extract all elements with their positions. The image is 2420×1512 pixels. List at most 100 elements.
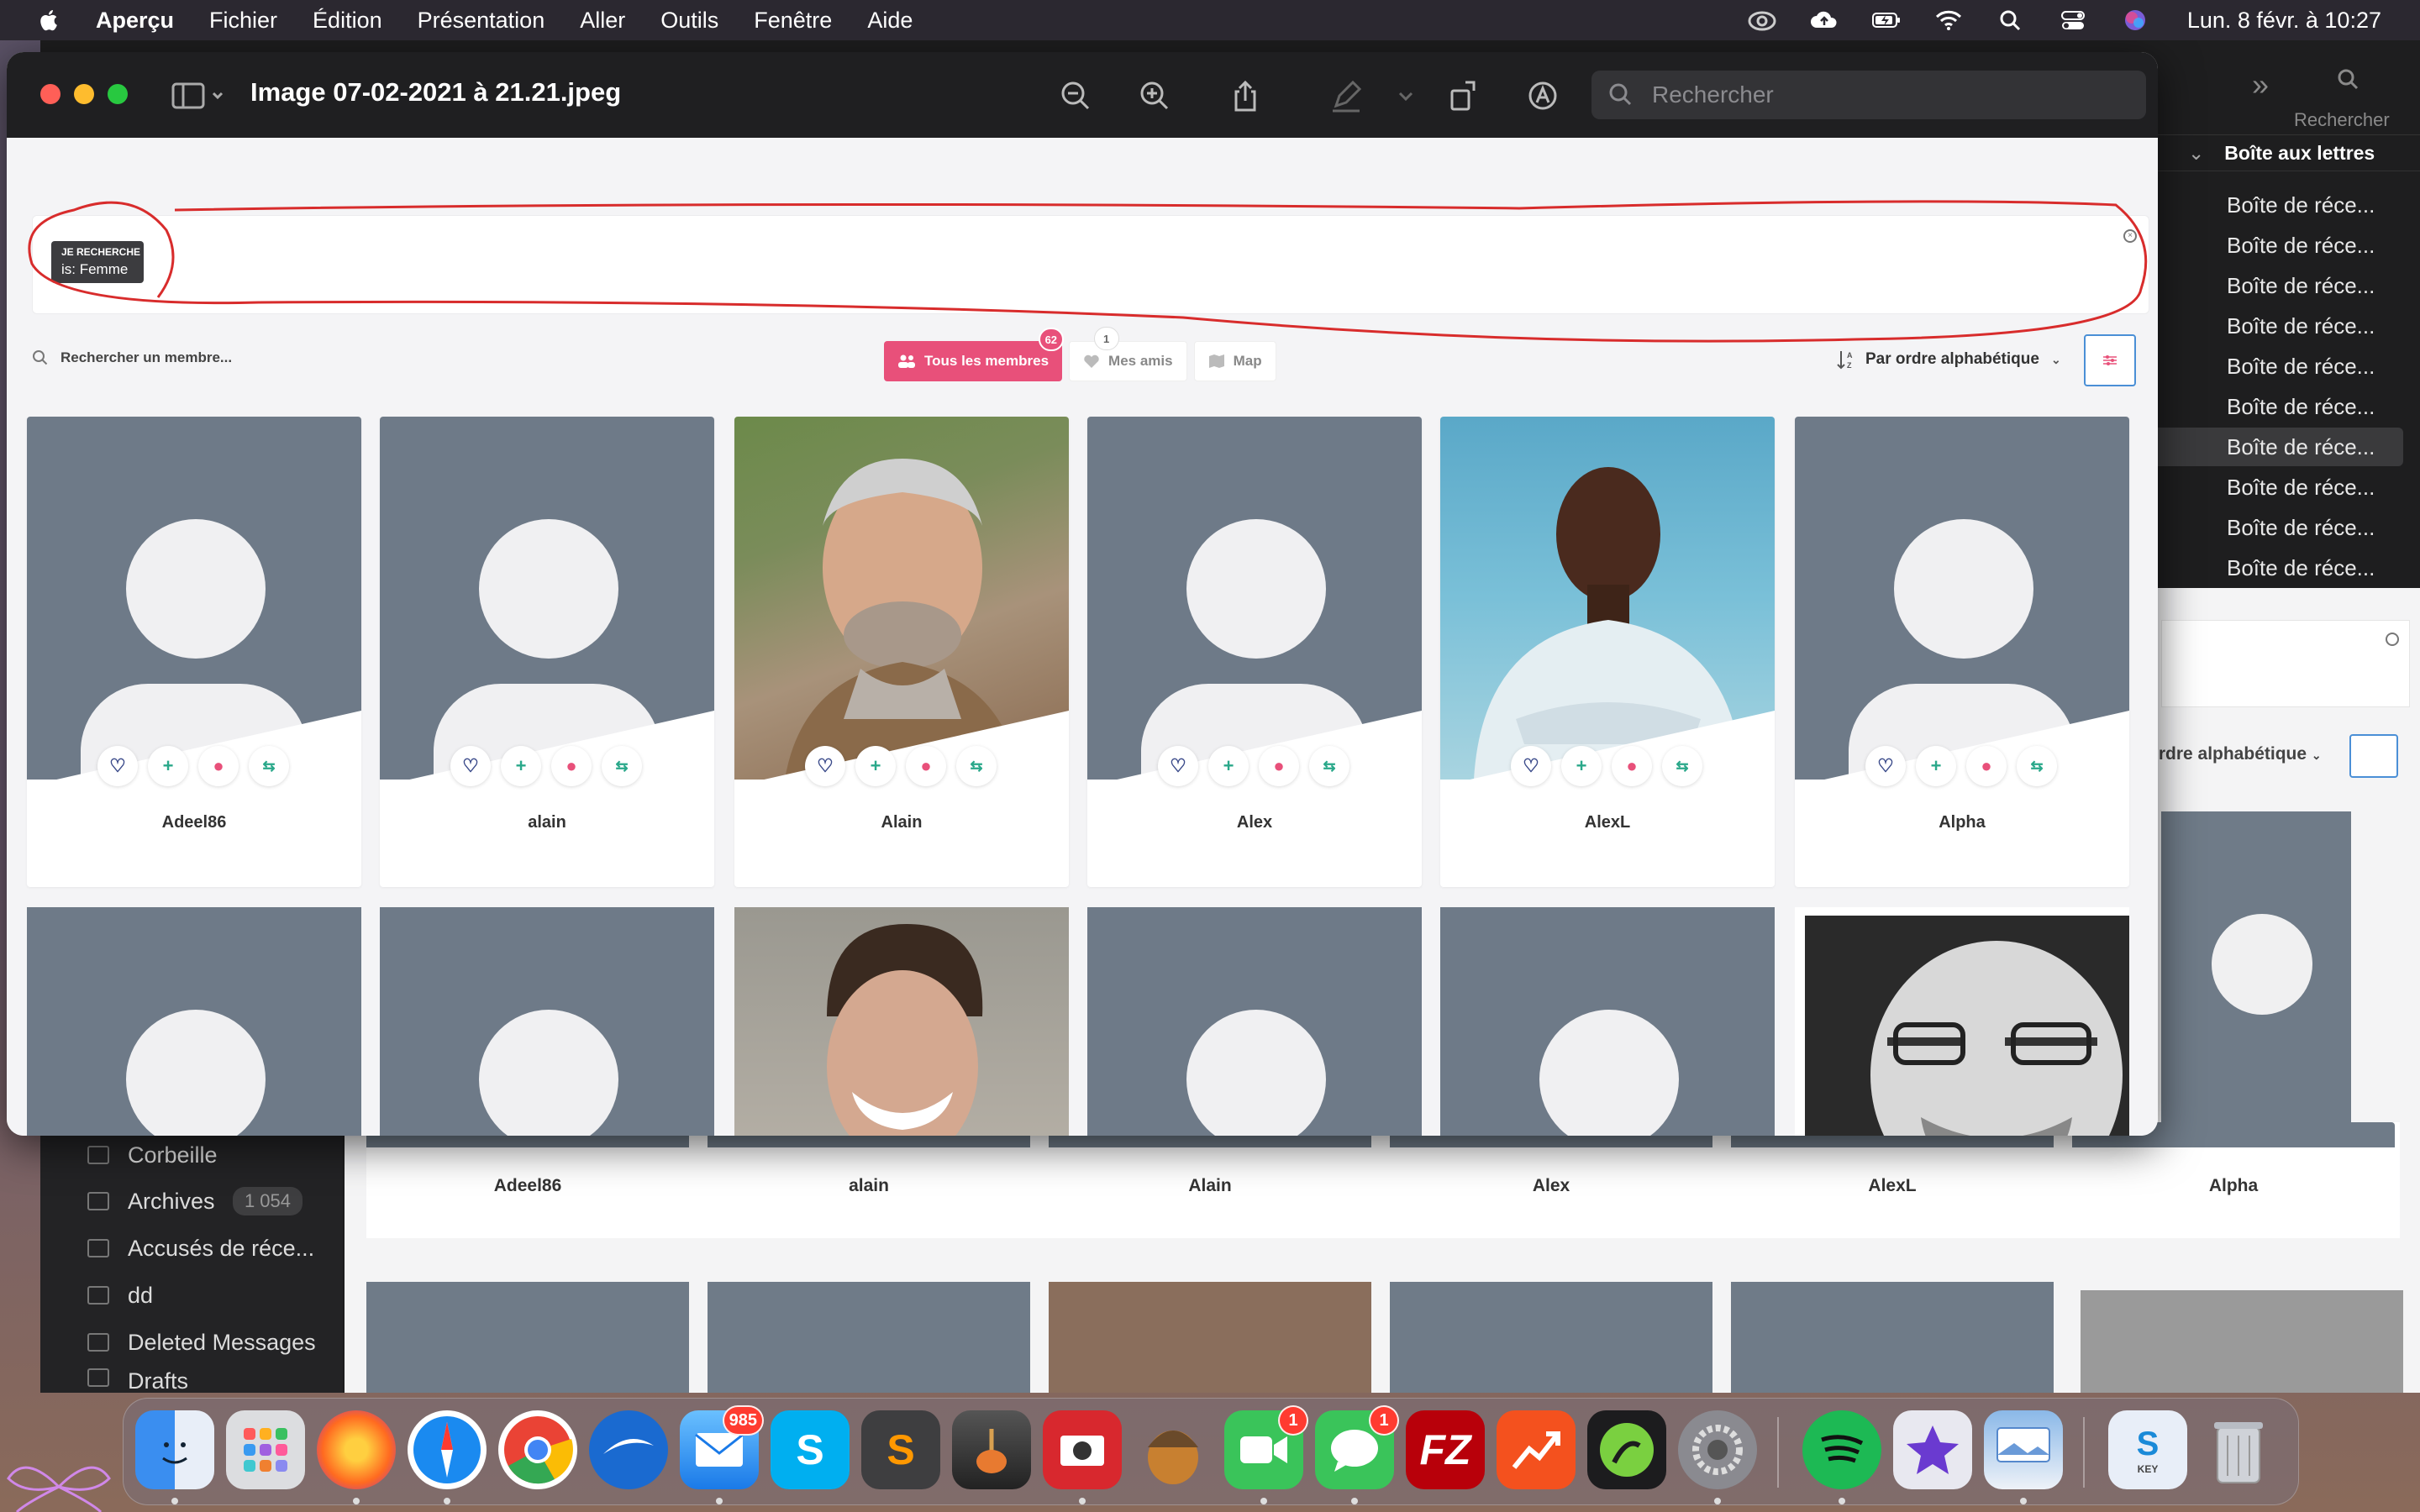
- search-icon[interactable]: [2336, 67, 2361, 92]
- heart-icon[interactable]: ♡: [1511, 746, 1551, 786]
- chevron-down-icon[interactable]: [1393, 79, 1418, 113]
- messages-icon[interactable]: 1: [1315, 1405, 1399, 1489]
- member-card[interactable]: ♡ + ● ⇆ AlexL: [1440, 417, 1775, 887]
- member-photo-placeholder[interactable]: [1440, 907, 1775, 1136]
- filter-settings-button[interactable]: [2084, 334, 2136, 386]
- rotate-icon[interactable]: [1447, 79, 1481, 113]
- sidebar-item-archives[interactable]: Archives 1 054: [50, 1180, 328, 1222]
- share-icon[interactable]: [1228, 79, 1262, 113]
- add-friend-icon[interactable]: +: [1561, 746, 1602, 786]
- menu-fichier[interactable]: Fichier: [209, 8, 277, 34]
- mailbox-item[interactable]: Boîte de réce...: [2151, 468, 2403, 507]
- tab-all-members[interactable]: Tous les membres 62: [884, 328, 1065, 381]
- heart-icon[interactable]: ♡: [805, 746, 845, 786]
- firefox-icon[interactable]: [317, 1410, 396, 1489]
- mail-sort-label[interactable]: ordre alphabétique ⌄: [2148, 744, 2322, 764]
- mail-filter-button[interactable]: [2349, 734, 2398, 778]
- finder-icon[interactable]: [135, 1410, 214, 1489]
- battery-icon[interactable]: [1871, 8, 1902, 33]
- menu-app-name[interactable]: Aperçu: [96, 8, 174, 34]
- sidebar-item-dd[interactable]: dd: [50, 1274, 328, 1316]
- wifi-icon[interactable]: [1933, 8, 1964, 33]
- zoom-out-icon[interactable]: [1059, 79, 1092, 113]
- tab-map[interactable]: Map: [1193, 341, 1276, 381]
- filter-tag[interactable]: JE RECHERCHE is: Femme: [51, 241, 144, 283]
- exchange-icon[interactable]: ⇆: [249, 746, 289, 786]
- skype-icon[interactable]: S: [771, 1410, 850, 1489]
- member-name[interactable]: Alpha: [1795, 813, 2129, 832]
- mailbox-item[interactable]: Boîte de réce...: [2151, 508, 2403, 547]
- keynote-document-icon[interactable]: S KEY: [2108, 1410, 2187, 1489]
- zoom-in-icon[interactable]: [1138, 79, 1171, 113]
- exchange-icon[interactable]: ⇆: [602, 746, 642, 786]
- exchange-icon[interactable]: ⇆: [2017, 746, 2057, 786]
- sublime-text-icon[interactable]: S: [861, 1410, 940, 1489]
- mailbox-item[interactable]: Boîte de réce...: [2151, 266, 2403, 305]
- member-name[interactable]: Adeel86: [27, 813, 361, 832]
- add-friend-icon[interactable]: +: [148, 746, 188, 786]
- mail-app-icon[interactable]: 985: [680, 1405, 764, 1489]
- chevron-down-icon[interactable]: ⌄: [2188, 142, 2204, 165]
- member-card[interactable]: ♡ + ● ⇆ alain: [380, 417, 714, 887]
- trash-icon[interactable]: [2199, 1410, 2278, 1489]
- siri-icon[interactable]: [2120, 8, 2150, 33]
- preview-app-icon[interactable]: [1984, 1410, 2063, 1489]
- member-search[interactable]: Rechercher un membre...: [32, 349, 232, 366]
- analytics-icon[interactable]: [1497, 1410, 1576, 1489]
- member-name[interactable]: AlexL: [1440, 813, 1775, 832]
- spotify-icon[interactable]: [1802, 1410, 1881, 1489]
- openoffice-icon[interactable]: [589, 1410, 668, 1489]
- add-friend-icon[interactable]: +: [1208, 746, 1249, 786]
- mailbox-item[interactable]: Boîte de réce...: [2151, 549, 2403, 587]
- close-window-button[interactable]: [40, 84, 60, 104]
- mailbox-item[interactable]: Boîte de réce...: [2151, 226, 2403, 265]
- member-photo-placeholder[interactable]: [1087, 907, 1422, 1136]
- mailbox-item[interactable]: Boîte de réce...: [2151, 347, 2403, 386]
- exchange-icon[interactable]: ⇆: [1309, 746, 1349, 786]
- tab-my-friends[interactable]: Mes amis 1: [1069, 327, 1187, 381]
- message-icon[interactable]: ●: [906, 746, 946, 786]
- exchange-icon[interactable]: ⇆: [956, 746, 997, 786]
- sidebar-item-deleted-messages[interactable]: Deleted Messages: [50, 1321, 328, 1363]
- garageband-icon[interactable]: [952, 1410, 1031, 1489]
- menu-fenetre[interactable]: Fenêtre: [754, 8, 832, 34]
- safari-icon[interactable]: [408, 1410, 487, 1489]
- sidebar-item-accuses[interactable]: Accusés de réce...: [50, 1227, 328, 1269]
- mailbox-item[interactable]: Boîte de réce...: [2151, 186, 2403, 224]
- message-icon[interactable]: ●: [551, 746, 592, 786]
- spotlight-search-icon[interactable]: [1996, 8, 2026, 33]
- zoom-window-button[interactable]: [108, 84, 128, 104]
- minimize-window-button[interactable]: [74, 84, 94, 104]
- member-name[interactable]: Alex: [1087, 813, 1422, 832]
- close-icon[interactable]: ×: [2123, 229, 2137, 243]
- heart-icon[interactable]: ♡: [450, 746, 491, 786]
- sidebar-item-drafts[interactable]: Drafts: [50, 1368, 328, 1393]
- message-icon[interactable]: ●: [198, 746, 239, 786]
- menu-aide[interactable]: Aide: [867, 8, 913, 34]
- heart-icon[interactable]: ♡: [1158, 746, 1198, 786]
- add-friend-icon[interactable]: +: [855, 746, 896, 786]
- system-preferences-icon[interactable]: [1678, 1410, 1757, 1489]
- menu-outils[interactable]: Outils: [660, 8, 718, 34]
- member-photo[interactable]: [734, 907, 1069, 1136]
- mailbox-item-selected[interactable]: Boîte de réce...: [2151, 428, 2403, 466]
- preview-search-field[interactable]: Rechercher: [1591, 71, 2146, 119]
- sidebar-toggle-icon[interactable]: [171, 79, 230, 113]
- markup-pen-icon[interactable]: [1329, 79, 1363, 113]
- member-card[interactable]: ♡ + ● ⇆ Alex: [1087, 417, 1422, 887]
- member-card[interactable]: ♡ + ● ⇆ Adeel86: [27, 417, 361, 887]
- message-icon[interactable]: ●: [1612, 746, 1652, 786]
- icloud-upload-icon[interactable]: [1809, 8, 1839, 33]
- member-card[interactable]: ♡ + ● ⇆ Alpha: [1795, 417, 2129, 887]
- control-center-icon[interactable]: [2058, 8, 2088, 33]
- photo-booth-icon[interactable]: [1043, 1410, 1122, 1489]
- facetime-icon[interactable]: 1: [1224, 1405, 1308, 1489]
- menu-aller[interactable]: Aller: [580, 8, 625, 34]
- message-icon[interactable]: ●: [1966, 746, 2007, 786]
- mailbox-item[interactable]: Boîte de réce...: [2151, 387, 2403, 426]
- menubar-clock[interactable]: Lun. 8 févr. à 10:27: [2187, 8, 2381, 34]
- add-friend-icon[interactable]: +: [501, 746, 541, 786]
- message-icon[interactable]: ●: [1259, 746, 1299, 786]
- chevron-right-double-icon[interactable]: »: [2252, 67, 2269, 102]
- menu-presentation[interactable]: Présentation: [418, 8, 545, 34]
